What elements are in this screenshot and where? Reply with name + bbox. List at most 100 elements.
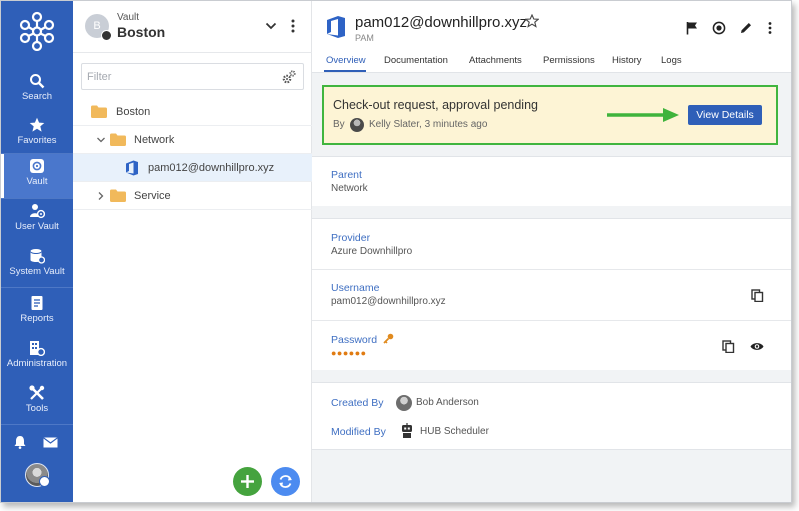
tree-item-network[interactable]: Network (73, 126, 312, 154)
main-navigation: Search Favorites Vault User Vault System… (1, 1, 73, 502)
add-entry-button[interactable] (233, 467, 262, 496)
search-icon (30, 74, 45, 89)
banner-title: Check-out request, approval pending (333, 98, 538, 112)
vault-avatar-letter: B (93, 20, 101, 32)
nav-label: Favorites (17, 135, 57, 146)
provider-label: Provider (331, 232, 371, 244)
vault-icon (30, 159, 44, 173)
tree-item-pam-entry[interactable]: pam012@downhillpro.xyz (73, 154, 312, 182)
plus-icon (241, 475, 254, 488)
star-icon (29, 117, 45, 132)
tree-item-service[interactable]: Service (73, 182, 312, 210)
copy-password-icon[interactable] (722, 340, 735, 353)
tree-item-label: pam012@downhillpro.xyz (148, 162, 275, 174)
more-options-icon[interactable] (291, 19, 295, 33)
notifications-bell-icon[interactable] (13, 435, 27, 449)
requester-avatar (350, 118, 364, 132)
refresh-button[interactable] (271, 467, 300, 496)
banner-by-label: By (333, 119, 345, 130)
more-options-icon[interactable] (767, 21, 773, 35)
mail-icon[interactable] (43, 437, 58, 448)
nav-divider (1, 424, 73, 425)
password-label-text: Password (331, 334, 378, 346)
tree-item-label: Network (134, 134, 175, 146)
user-vault-icon (30, 204, 45, 219)
office-365-icon (126, 160, 138, 176)
tab-history[interactable]: History (612, 55, 642, 66)
entry-title: pam012@downhillpro.xyz (355, 14, 527, 31)
tab-permissions[interactable]: Permissions (543, 55, 595, 66)
username-value: pam012@downhillpro.xyz (331, 296, 446, 307)
tree-item-label: Service (134, 190, 171, 202)
flag-icon[interactable] (685, 21, 699, 35)
copy-username-icon[interactable] (751, 289, 764, 302)
nav-label: Reports (20, 313, 54, 324)
tab-logs[interactable]: Logs (661, 55, 682, 66)
tab-documentation[interactable]: Documentation (384, 55, 448, 66)
system-vault-icon (30, 249, 45, 264)
filter-box (81, 63, 304, 90)
app-logo-icon[interactable] (19, 11, 55, 51)
created-by-label: Created By (331, 397, 384, 409)
parent-value[interactable]: Network (331, 183, 368, 194)
checkout-record-icon[interactable] (712, 21, 726, 35)
password-label: Password (331, 333, 394, 346)
chevron-down-icon[interactable] (265, 21, 277, 31)
nav-label: Search (21, 91, 53, 102)
filter-settings-gear-icon[interactable] (282, 70, 296, 84)
audit-section: Created By Bob Anderson Modified By HUB … (312, 382, 791, 450)
filter-input[interactable] (87, 69, 267, 85)
app-window: Search Favorites Vault User Vault System… (0, 0, 792, 503)
username-label: Username (331, 282, 380, 294)
divider (312, 320, 791, 321)
folder-icon (110, 133, 126, 146)
tab-overview[interactable]: Overview (326, 55, 366, 66)
nav-label: System Vault (9, 266, 65, 277)
password-masked-value: ●●●●●● (331, 348, 367, 358)
vault-avatar: B (85, 14, 112, 41)
chevron-right-icon[interactable] (97, 192, 105, 200)
reports-icon (31, 296, 43, 310)
provider-value: Azure Downhillpro (331, 246, 413, 257)
show-password-eye-icon[interactable] (750, 340, 764, 353)
nav-item-tools[interactable]: Tools (1, 381, 73, 425)
tab-attachments[interactable]: Attachments (469, 55, 522, 66)
chevron-down-icon[interactable] (97, 136, 105, 144)
nav-item-reports[interactable]: Reports (1, 291, 73, 335)
created-by-value: Bob Anderson (416, 397, 479, 408)
view-details-button[interactable]: View Details (688, 105, 762, 125)
tree-item-boston[interactable]: Boston (73, 98, 312, 126)
entry-header: pam012@downhillpro.xyz PAM Overview Docu… (312, 1, 791, 73)
vault-tree-panel: B Vault Boston Boston Network pam012@dow… (73, 1, 312, 502)
nav-label: Tools (25, 403, 49, 414)
scheduler-robot-icon (402, 423, 412, 438)
office-365-icon (327, 16, 345, 38)
folder-icon (91, 105, 107, 118)
credentials-section: Provider Azure Downhillpro Username pam0… (312, 218, 791, 370)
parent-label: Parent (331, 169, 362, 181)
nav-item-search[interactable]: Search (1, 69, 73, 113)
tree-item-label: Boston (116, 106, 151, 118)
vault-name: Boston (117, 24, 166, 40)
arrow-right-icon (607, 108, 679, 122)
divider (312, 269, 791, 270)
favorite-star-icon[interactable] (525, 14, 539, 28)
nav-item-administration[interactable]: Administration (1, 336, 73, 380)
nav-item-vault[interactable]: Vault (1, 154, 73, 198)
nav-label: Vault (26, 176, 48, 187)
administration-icon (30, 341, 45, 356)
active-tab-indicator (324, 70, 366, 72)
vault-selector[interactable]: B Vault Boston (73, 1, 312, 53)
checkout-request-banner: Check-out request, approval pending By K… (322, 85, 778, 145)
edit-pencil-icon[interactable] (739, 21, 753, 35)
banner-requester: Kelly Slater, 3 minutes ago (369, 119, 488, 130)
vault-subtitle: Vault (117, 12, 140, 23)
nav-label: User Vault (15, 221, 59, 232)
creator-avatar (396, 395, 412, 411)
nav-item-user-vault[interactable]: User Vault (1, 199, 73, 243)
nav-item-system-vault[interactable]: System Vault (1, 244, 73, 288)
entry-detail-panel: pam012@downhillpro.xyz PAM Overview Docu… (312, 1, 791, 502)
tools-icon (29, 385, 45, 400)
nav-item-favorites[interactable]: Favorites (1, 113, 73, 157)
user-avatar[interactable] (25, 463, 50, 487)
